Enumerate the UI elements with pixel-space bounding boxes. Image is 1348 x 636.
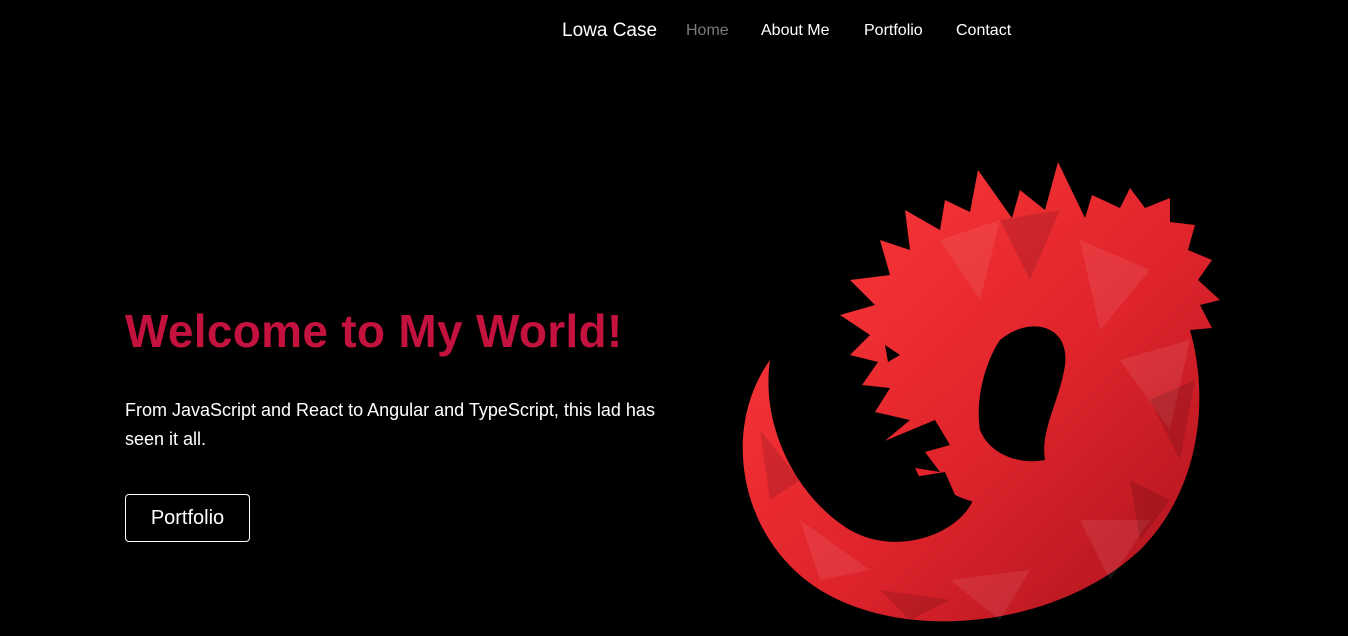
dragon-logo-icon [742,162,1220,622]
nav-link-about-me[interactable]: About Me [761,22,829,40]
nav-link-portfolio[interactable]: Portfolio [864,22,923,40]
portfolio-button[interactable]: Portfolio [125,494,250,542]
top-navbar: Lowa Case Home About Me Portfolio Contac… [0,0,1348,64]
hero-subtitle: From JavaScript and React to Angular and… [125,400,655,449]
hero-title: Welcome to My World! [125,305,623,357]
page: Lowa Case Home About Me Portfolio Contac… [0,0,1348,636]
nav-link-contact[interactable]: Contact [956,22,1011,40]
nav-link-home[interactable]: Home [686,22,729,40]
brand-link[interactable]: Lowa Case [562,20,657,42]
